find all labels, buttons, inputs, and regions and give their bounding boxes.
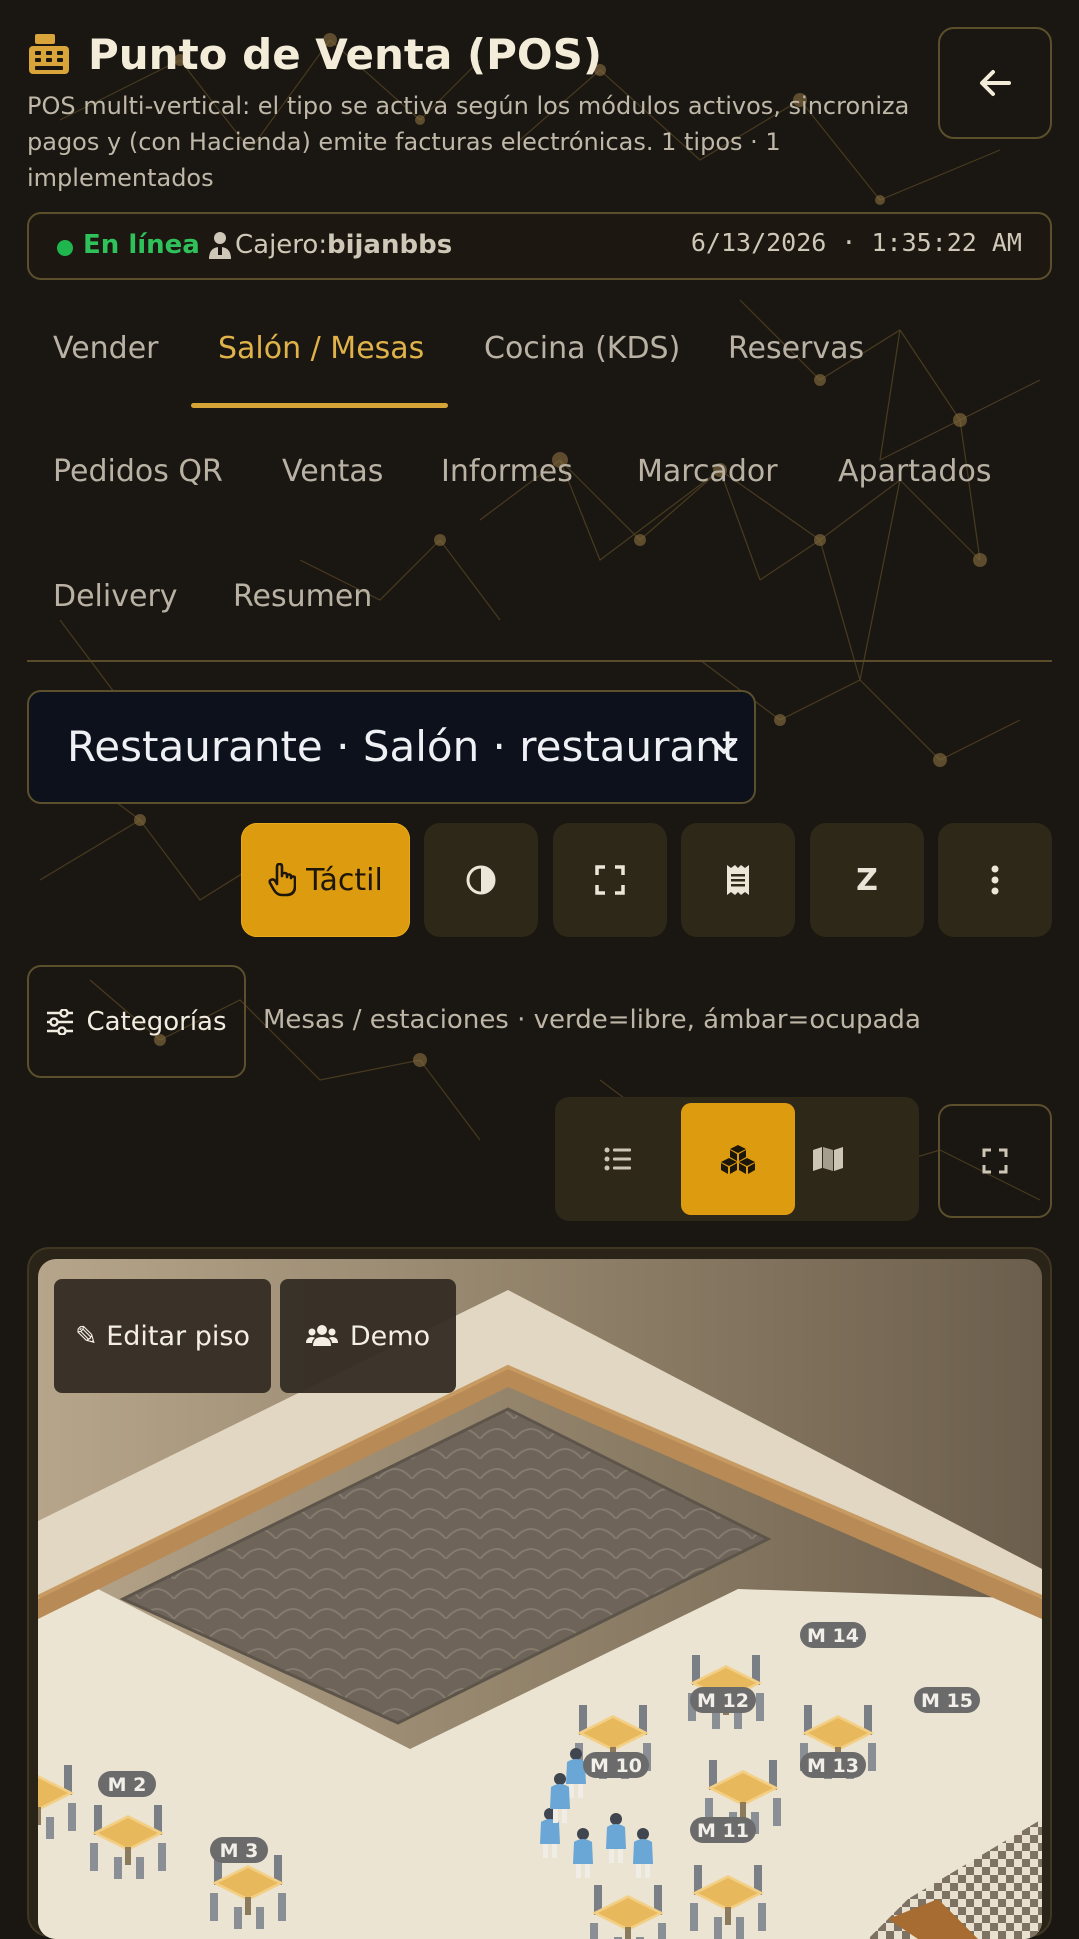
- chevron-down-icon: [712, 740, 736, 754]
- table-label-m14: M 14: [800, 1622, 866, 1648]
- svg-text:M 3: M 3: [220, 1840, 259, 1862]
- map-view-button[interactable]: [771, 1103, 885, 1215]
- hand-pointer-icon: [268, 863, 297, 897]
- receipt-icon: [727, 865, 749, 895]
- status-bar: En línea Cajero: bijanbbs 6/13/2026 · 1:…: [27, 212, 1052, 280]
- tab-salon-mesas[interactable]: Salón / Mesas: [218, 331, 424, 366]
- cash-register-icon: [29, 34, 69, 74]
- expand-icon: [595, 865, 625, 895]
- fullscreen-button[interactable]: [553, 823, 667, 937]
- table-label-m2: M 2: [98, 1771, 156, 1797]
- edit-floor-button[interactable]: ✎ Editar piso: [54, 1279, 271, 1393]
- cashier-label: Cajero:: [235, 230, 328, 260]
- floor-legend: Mesas / estaciones · verde=libre, ámbar=…: [263, 1005, 921, 1035]
- map-icon: [813, 1147, 843, 1171]
- online-status: En línea: [83, 230, 200, 260]
- tab-informes[interactable]: Informes: [441, 454, 573, 489]
- datetime-display: 6/13/2026 · 1:35:22 AM: [690, 228, 1022, 257]
- cubes-icon: [721, 1145, 755, 1174]
- svg-text:M 12: M 12: [697, 1690, 749, 1712]
- more-options-button[interactable]: [938, 823, 1052, 937]
- categories-label: Categorías: [86, 1006, 227, 1037]
- contrast-icon: [466, 865, 496, 895]
- svg-text:M 13: M 13: [807, 1755, 859, 1777]
- tabs-divider: [27, 660, 1052, 662]
- page-subtitle: POS multi-vertical: el tipo se activa se…: [27, 92, 910, 192]
- floor-fullscreen-button[interactable]: [938, 1104, 1052, 1218]
- tab-reservas[interactable]: Reservas: [728, 331, 864, 366]
- online-indicator: [57, 240, 73, 256]
- tab-resumen[interactable]: Resumen: [233, 579, 372, 614]
- svg-text:M 11: M 11: [697, 1820, 749, 1842]
- svg-text:M 14: M 14: [807, 1625, 859, 1647]
- touch-mode-label: Táctil: [306, 862, 383, 898]
- tab-vender[interactable]: Vender: [53, 331, 159, 366]
- tab-marcador[interactable]: Marcador: [637, 454, 778, 489]
- tab-ventas[interactable]: Ventas: [282, 454, 383, 489]
- tab-pedidos-qr[interactable]: Pedidos QR: [53, 454, 223, 489]
- view-mode-switcher: [555, 1097, 919, 1221]
- table-label-m13: M 13: [800, 1752, 866, 1778]
- user-icon: [209, 232, 231, 259]
- categories-button[interactable]: Categorías: [27, 965, 246, 1078]
- pos-screen: Punto de Venta (POS) POS multi-vertical:…: [0, 0, 1079, 1939]
- table-label-m15: M 15: [914, 1687, 980, 1713]
- table-label-m11: M 11: [690, 1817, 756, 1843]
- svg-text:M 2: M 2: [108, 1774, 147, 1796]
- users-icon: [305, 1325, 338, 1346]
- demo-button[interactable]: Demo: [280, 1279, 456, 1393]
- cashier-name: bijanbbs: [327, 230, 453, 260]
- z-report-button[interactable]: Z: [810, 823, 924, 937]
- svg-text:M 10: M 10: [590, 1755, 642, 1777]
- location-select[interactable]: Restaurante · Salón · restaurant: [27, 690, 756, 804]
- z-report-label: Z: [856, 862, 878, 898]
- active-tab-indicator: [191, 403, 448, 408]
- page-title: Punto de Venta (POS): [88, 30, 603, 79]
- expand-icon: [982, 1148, 1008, 1174]
- svg-text:M 15: M 15: [921, 1690, 973, 1712]
- table-label-m3: M 3: [210, 1837, 268, 1863]
- demo-label: Demo: [349, 1320, 431, 1352]
- contrast-button[interactable]: [424, 823, 538, 937]
- more-vertical-icon: [991, 865, 999, 895]
- list-icon: [604, 1147, 631, 1171]
- list-view-button[interactable]: [561, 1103, 675, 1215]
- touch-mode-button[interactable]: Táctil: [241, 823, 410, 937]
- receipt-button[interactable]: [681, 823, 795, 937]
- back-button[interactable]: [938, 27, 1052, 139]
- tab-apartados[interactable]: Apartados: [838, 454, 991, 489]
- arrow-left-icon: [980, 70, 1011, 96]
- table-label-m12: M 12: [690, 1687, 756, 1713]
- table-label-m10: M 10: [583, 1752, 649, 1778]
- tab-cocina-kds[interactable]: Cocina (KDS): [484, 331, 680, 366]
- tab-delivery[interactable]: Delivery: [53, 579, 178, 614]
- location-select-value: Restaurante · Salón · restaurant: [67, 722, 739, 771]
- sliders-icon: [47, 1008, 74, 1035]
- edit-floor-label: ✎ Editar piso: [75, 1320, 250, 1352]
